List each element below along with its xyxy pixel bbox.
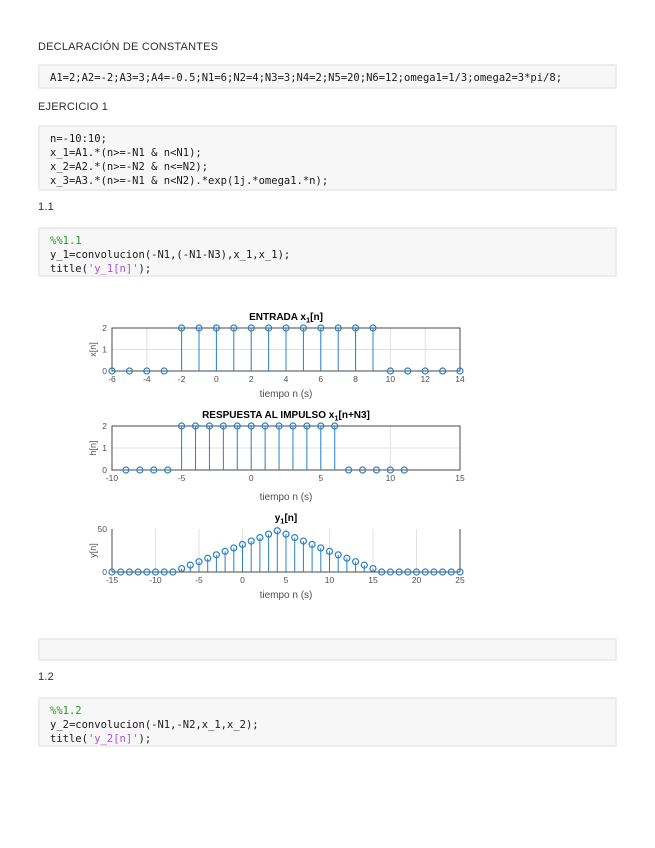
code-token-string: 'y_1[n]' bbox=[87, 263, 139, 275]
svg-text:1: 1 bbox=[102, 443, 107, 453]
svg-text:5: 5 bbox=[284, 575, 289, 585]
code-line: y_1=convolucion(-N1,(-N1-N3),x_1,x_1); bbox=[50, 248, 615, 262]
y-axis-label: x[n] bbox=[88, 342, 98, 357]
svg-text:15: 15 bbox=[455, 473, 465, 483]
code-block-empty-output bbox=[38, 638, 617, 661]
svg-text:0: 0 bbox=[240, 575, 245, 585]
code-token-code: y_2=convolucion(-N1,-N2,x_1,x_2); bbox=[50, 719, 259, 731]
svg-text:2: 2 bbox=[249, 374, 254, 384]
plot-title: RESPUESTA AL IMPULSO x1[n+N3] bbox=[202, 410, 370, 423]
tick-labels: -6 -4 -2 0 2 4 6 8 10 12 14012 bbox=[102, 323, 465, 384]
code-token-code: x_2=A2.*(n>=-N2 & n<=N2); bbox=[50, 161, 209, 173]
svg-text:-5: -5 bbox=[195, 575, 203, 585]
code-line: x_1=A1.*(n>=-N1 & n<N1); bbox=[50, 146, 615, 160]
code-block-1-1: %%1.1 y_1=convolucion(-N1,(-N1-N3),x_1,x_… bbox=[38, 227, 617, 277]
svg-text:12: 12 bbox=[420, 374, 430, 384]
figure-stem-plots: -6 -4 -2 0 2 4 6 8 10 12 14 0 1 2 tiempo n (s) x[n] ENTR… bbox=[60, 304, 480, 616]
code-block-constants: A1=2;A2=-2;A3=3;A4=-0.5;N1=6;N2=4;N3=3;N… bbox=[38, 64, 617, 89]
svg-text:0: 0 bbox=[102, 366, 107, 376]
heading-ejercicio-1: EJERCICIO 1 bbox=[38, 101, 109, 113]
code-line: A1=2;A2=-2;A3=3;A4=-0.5;N1=6;N2=4;N3=3;N… bbox=[50, 71, 615, 85]
code-token-code: A1=2;A2=-2;A3=3;A4=-0.5;N1=6;N2=4;N3=3;N… bbox=[50, 72, 563, 84]
svg-text:0: 0 bbox=[214, 374, 219, 384]
code-line: n=-10:10; bbox=[50, 132, 615, 146]
svg-text:-10: -10 bbox=[106, 473, 119, 483]
svg-text:6: 6 bbox=[318, 374, 323, 384]
svg-text:14: 14 bbox=[455, 374, 465, 384]
code-token-code: ); bbox=[138, 263, 152, 275]
code-token-code: x_3=A3.*(n>=-N1 & n<N2).*exp(1j.*omega1.… bbox=[50, 175, 329, 187]
code-token-comment: %%1.2 bbox=[50, 705, 82, 717]
svg-text:-15: -15 bbox=[106, 575, 119, 585]
code-token-code: ); bbox=[138, 733, 152, 745]
tick-labels: -10 -5 0 5 10 15 0 1 2 bbox=[102, 421, 465, 483]
svg-text:2: 2 bbox=[102, 421, 107, 431]
code-token-code: x_1=A1.*(n>=-N1 & n<N1); bbox=[50, 147, 202, 159]
stem-plot-3: -15 -10 -5 0 5 10 15 20 25 0 50 tiempo n (s) y[n] y1[… bbox=[88, 513, 465, 601]
svg-text:-2: -2 bbox=[178, 374, 186, 384]
code-line: y_2=convolucion(-N1,-N2,x_1,x_2); bbox=[50, 718, 615, 732]
code-line: %%1.2 bbox=[50, 704, 615, 718]
heading-section-1-2: 1.2 bbox=[38, 671, 54, 683]
gridlines bbox=[112, 426, 460, 470]
code-token-comment: %%1.1 bbox=[50, 235, 82, 247]
heading-declaracion-constantes: DECLARACIÓN DE CONSTANTES bbox=[38, 41, 219, 53]
code-line: title('y_1[n]'); bbox=[50, 262, 615, 276]
stem-series bbox=[108, 527, 464, 576]
code-token-code: y_1=convolucion(-N1,(-N1-N3),x_1,x_1); bbox=[50, 249, 291, 261]
svg-text:25: 25 bbox=[455, 575, 465, 585]
svg-text:8: 8 bbox=[353, 374, 358, 384]
tick-labels: -15 -10 -5 0 5 10 15 20 25 0 50 bbox=[98, 524, 465, 585]
code-block-1-2: %%1.2 y_2=convolucion(-N1,-N2,x_1,x_2); ti… bbox=[38, 697, 617, 747]
svg-text:1: 1 bbox=[102, 345, 107, 355]
stem-plots-svg: -6 -4 -2 0 2 4 6 8 10 12 14012tiempo n (s)x[n]ENTR… bbox=[88, 312, 465, 601]
code-line: x_2=A2.*(n>=-N2 & n<=N2); bbox=[50, 160, 615, 174]
x-axis-label: tiempo n (s) bbox=[260, 590, 313, 601]
code-line: %%1.1 bbox=[50, 234, 615, 248]
svg-text:-10: -10 bbox=[149, 575, 162, 585]
code-line: title('y_2[n]'); bbox=[50, 732, 615, 746]
svg-text:10: 10 bbox=[386, 374, 396, 384]
y-axis-label: h[n] bbox=[88, 440, 98, 455]
stem-plot-1: -6 -4 -2 0 2 4 6 8 10 12 14012tiempo n (s)x[n]ENTR… bbox=[88, 312, 465, 400]
x-axis-label: tiempo n (s) bbox=[260, 389, 313, 400]
svg-text:20: 20 bbox=[412, 575, 422, 585]
stem-plot-2: -10 -5 0 5 10 15 0 1 2 tiempo n (s) h[n] RESPUESTA … bbox=[88, 410, 465, 503]
y-axis-label: y[n] bbox=[88, 543, 98, 558]
svg-text:50: 50 bbox=[98, 524, 108, 534]
plot-title: y1[n] bbox=[275, 513, 298, 526]
svg-text:0: 0 bbox=[102, 465, 107, 475]
svg-text:10: 10 bbox=[386, 473, 396, 483]
code-token-string: 'y_2[n]' bbox=[87, 733, 139, 745]
svg-text:0: 0 bbox=[249, 473, 254, 483]
code-token-code: title( bbox=[50, 733, 88, 745]
heading-section-1-1: 1.1 bbox=[38, 201, 54, 213]
svg-text:2: 2 bbox=[102, 323, 107, 333]
x-axis-label: tiempo n (s) bbox=[260, 492, 313, 503]
svg-text:-4: -4 bbox=[143, 374, 151, 384]
svg-text:-6: -6 bbox=[108, 374, 116, 384]
plot-title: ENTRADA x1[n] bbox=[249, 312, 323, 325]
svg-text:10: 10 bbox=[325, 575, 335, 585]
svg-text:5: 5 bbox=[318, 473, 323, 483]
svg-text:15: 15 bbox=[368, 575, 378, 585]
published-script-page: { "headings": { "constants": "DECLARACIÓ… bbox=[0, 0, 655, 848]
svg-text:4: 4 bbox=[284, 374, 289, 384]
svg-text:0: 0 bbox=[102, 567, 107, 577]
code-block-signal-definitions: n=-10:10; x_1=A1.*(n>=-N1 & n<N1); x_2=A2.… bbox=[38, 125, 617, 191]
svg-text:-5: -5 bbox=[178, 473, 186, 483]
code-token-code: n=-10:10; bbox=[50, 133, 107, 145]
code-token-code: title( bbox=[50, 263, 88, 275]
code-line: x_3=A3.*(n>=-N1 & n<N2).*exp(1j.*omega1.… bbox=[50, 174, 615, 188]
